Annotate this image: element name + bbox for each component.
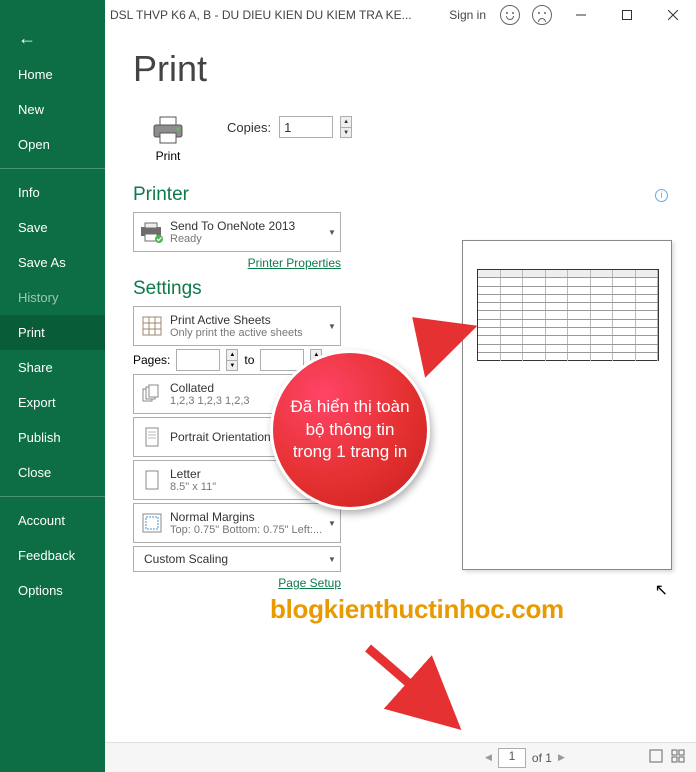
printer-name: Send To OneNote 2013 xyxy=(170,219,324,233)
watermark-text: blogkienthuctinhoc.com xyxy=(270,594,564,625)
sidebar-item-options[interactable]: Options xyxy=(0,573,105,608)
info-icon[interactable]: i xyxy=(655,189,668,202)
sidebar-item-history[interactable]: History xyxy=(0,280,105,315)
preview-content-table xyxy=(477,269,659,361)
callout-bubble: Đã hiển thị toàn bộ thông tin trong 1 tr… xyxy=(270,350,430,510)
separator xyxy=(0,168,105,169)
print-preview: ↖ xyxy=(462,240,672,630)
separator xyxy=(0,496,105,497)
print-button[interactable]: Print xyxy=(133,108,203,170)
printer-status: Ready xyxy=(170,233,324,245)
collated-icon xyxy=(134,383,170,405)
show-margins-button[interactable] xyxy=(648,748,664,767)
arrow-annotation xyxy=(360,640,470,730)
sign-in-link[interactable]: Sign in xyxy=(449,8,486,22)
print-button-label: Print xyxy=(134,149,202,163)
page-setup-link[interactable]: Page Setup xyxy=(133,576,341,590)
prev-page-button[interactable]: ◀ xyxy=(485,752,492,763)
scaling-dropdown[interactable]: Custom Scaling ▼ xyxy=(133,546,341,572)
printer-icon xyxy=(134,221,170,243)
portrait-icon xyxy=(134,426,170,448)
sidebar-item-export[interactable]: Export xyxy=(0,385,105,420)
window-title: DSL THVP K6 A, B - DU DIEU KIEN DU KIEM … xyxy=(110,8,441,22)
preview-footer: ◀ 1 of 1 ▶ xyxy=(105,742,696,772)
sidebar-item-info[interactable]: Info xyxy=(0,175,105,210)
pages-label: Pages: xyxy=(133,353,170,367)
sad-face-icon[interactable] xyxy=(532,5,552,25)
copies-label: Copies: xyxy=(227,120,271,135)
copies-input[interactable]: 1 xyxy=(279,116,333,138)
sidebar-item-home[interactable]: Home xyxy=(0,57,105,92)
minimize-button[interactable] xyxy=(558,0,604,30)
pages-to-label: to xyxy=(244,353,254,367)
next-page-button[interactable]: ▶ xyxy=(558,752,565,763)
printer-dropdown[interactable]: Send To OneNote 2013 Ready ▼ xyxy=(133,212,341,252)
sidebar-item-print[interactable]: Print xyxy=(0,315,105,350)
page-of-label: of 1 xyxy=(532,751,552,765)
chevron-down-icon: ▼ xyxy=(324,322,340,331)
sidebar-item-new[interactable]: New xyxy=(0,92,105,127)
sidebar-item-open[interactable]: Open xyxy=(0,127,105,162)
sidebar-item-save-as[interactable]: Save As xyxy=(0,245,105,280)
printer-button-icon xyxy=(151,115,185,145)
callout-annotation: Đã hiển thị toàn bộ thông tin trong 1 tr… xyxy=(270,332,440,532)
sidebar-item-account[interactable]: Account xyxy=(0,503,105,538)
pages-from-spinner[interactable]: ▲▼ xyxy=(226,349,238,371)
printer-section-header: Printer i xyxy=(133,184,668,206)
current-page-input[interactable]: 1 xyxy=(498,748,526,768)
sidebar-item-share[interactable]: Share xyxy=(0,350,105,385)
back-arrow-icon[interactable]: ← xyxy=(0,20,105,57)
mouse-cursor-icon: ↖ xyxy=(655,580,668,600)
sidebar-item-feedback[interactable]: Feedback xyxy=(0,538,105,573)
sidebar-item-publish[interactable]: Publish xyxy=(0,420,105,455)
preview-page xyxy=(462,240,672,570)
sheets-icon xyxy=(134,315,170,337)
margins-icon xyxy=(134,512,170,534)
sidebar-item-save[interactable]: Save xyxy=(0,210,105,245)
pages-from-input[interactable] xyxy=(176,349,220,371)
backstage-sidebar: ← Home New Open Info Save Save As Histor… xyxy=(0,0,105,772)
zoom-to-page-button[interactable] xyxy=(670,748,686,767)
page-title: Print xyxy=(133,48,668,90)
happy-face-icon[interactable] xyxy=(500,5,520,25)
copies-spinner[interactable]: ▲▼ xyxy=(340,116,352,138)
chevron-down-icon: ▼ xyxy=(324,555,340,564)
printer-properties-link[interactable]: Printer Properties xyxy=(133,256,341,270)
sidebar-item-close[interactable]: Close xyxy=(0,455,105,490)
chevron-down-icon: ▼ xyxy=(324,228,340,237)
paper-icon xyxy=(134,469,170,491)
close-button[interactable] xyxy=(650,0,696,30)
maximize-button[interactable] xyxy=(604,0,650,30)
